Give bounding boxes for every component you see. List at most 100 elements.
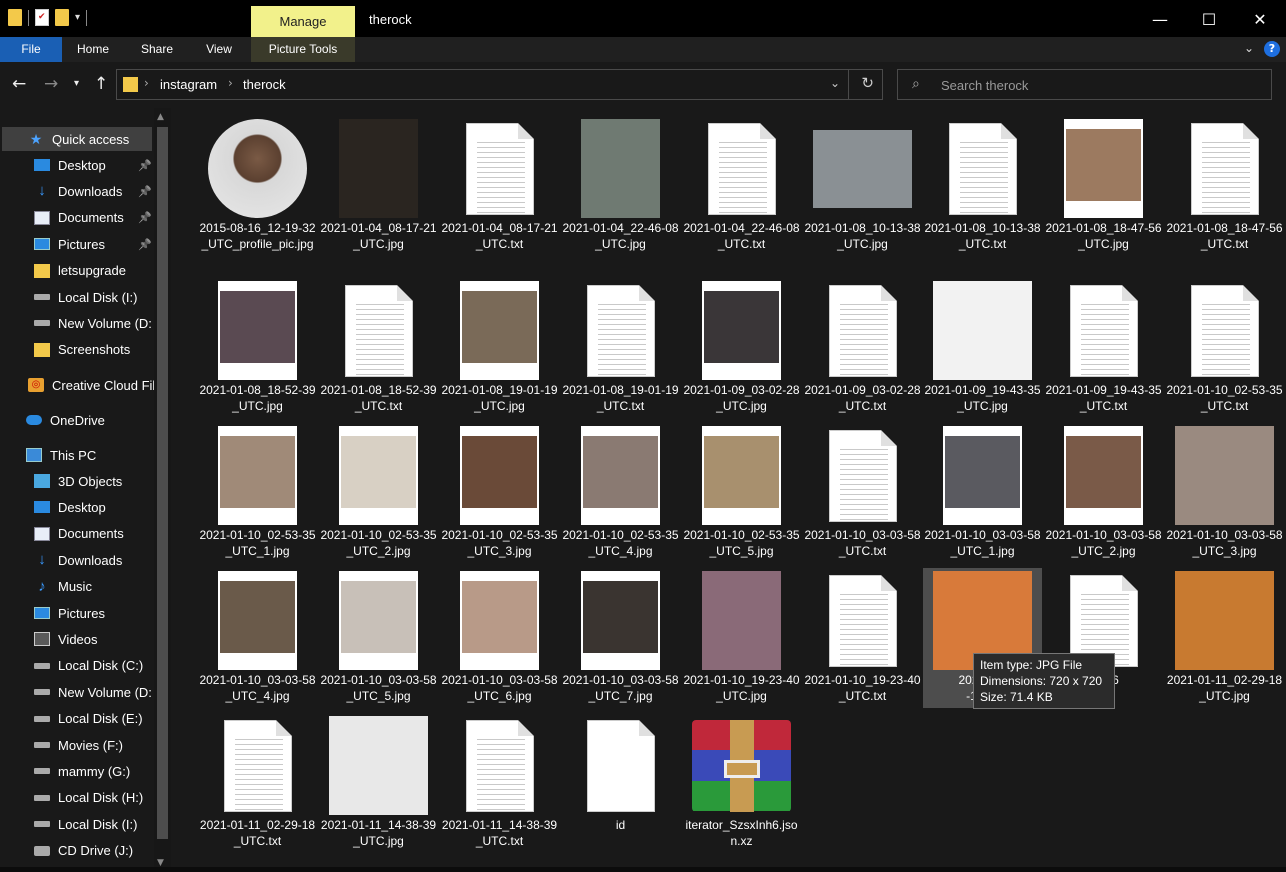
nav-pc-documents[interactable]: Documents — [34, 522, 124, 546]
tab-file[interactable]: File — [0, 37, 62, 62]
recent-locations-icon[interactable]: ▾ — [74, 78, 79, 89]
tab-view[interactable]: View — [189, 37, 249, 62]
close-button[interactable]: ✕ — [1237, 6, 1283, 34]
file-item[interactable]: 2021-01-10_19-23-40_UTC.jpg — [682, 568, 801, 708]
file-item[interactable]: 2021-01-04_22-46-08_UTC.txt — [682, 116, 801, 256]
file-item[interactable]: 2021-01-08_19-01-19_UTC.txt — [561, 278, 680, 418]
refresh-icon[interactable]: ↻ — [861, 74, 874, 92]
pin-icon[interactable]: 📌 — [138, 238, 152, 251]
file-item[interactable]: 2021-01-04_08-17-21_UTC.txt — [440, 116, 559, 256]
file-item[interactable]: 2021-01-11_14-38-39_UTC.txt — [440, 713, 559, 853]
file-item[interactable]: 2021-01-04_22-46-08_UTC.jpg — [561, 116, 680, 256]
file-item[interactable]: 2021-01-10_19-23-40_UTC.txt — [803, 568, 922, 708]
file-item[interactable]: 2021-01-08_10-13-38_UTC.jpg — [803, 116, 922, 256]
tab-home[interactable]: Home — [62, 37, 124, 62]
file-item[interactable]: 2021-01-10_03-03-58_UTC_4.jpg — [198, 568, 317, 708]
nav-pc-cd-drive-j[interactable]: CD Drive (J:) — [34, 839, 133, 863]
nav-item-local-disk-i[interactable]: Local Disk (I:) — [34, 285, 137, 309]
file-item[interactable]: 2021-01-10_02-53-35_UTC_5.jpg — [682, 423, 801, 563]
back-arrow-icon[interactable]: ← — [12, 74, 26, 94]
file-item[interactable]: 2021-01-11_14-38-39_UTC.jpg — [319, 713, 438, 853]
tab-share[interactable]: Share — [126, 37, 188, 62]
breadcrumb-chevron-icon[interactable]: › — [144, 76, 149, 90]
breadcrumb-chevron-icon[interactable]: › — [228, 76, 233, 90]
breadcrumb-therock[interactable]: therock — [243, 77, 286, 92]
pin-icon[interactable]: 📌 — [138, 211, 152, 224]
file-item[interactable]: 2021-01-10_03-03-58_UTC.txt — [803, 423, 922, 563]
file-name: 2021-01-10_03-03-58_UTC_5.jpg — [320, 673, 437, 703]
file-item[interactable]: 2021-01-10_03-03-58_UTC_1.jpg — [923, 423, 1042, 563]
nav-item-pictures[interactable]: Pictures 📌 — [34, 232, 152, 256]
nav-pc-local-disk-c[interactable]: Local Disk (C:) — [34, 654, 143, 678]
file-item[interactable]: 2021-01-10_03-03-58_UTC_6.jpg — [440, 568, 559, 708]
properties-icon[interactable]: ✔ — [35, 9, 49, 26]
file-item[interactable]: 2021-01-11_02-29-18_UTC.txt — [198, 713, 317, 853]
tab-picture-tools[interactable]: Picture Tools — [251, 37, 355, 62]
nav-scrollbar-thumb[interactable] — [157, 127, 168, 839]
nav-item-documents[interactable]: Documents 📌 — [34, 206, 152, 230]
file-item[interactable]: iterator_SzsxInh6.json.xz — [682, 713, 801, 853]
pin-icon[interactable]: 📌 — [138, 185, 152, 198]
help-icon[interactable]: ? — [1264, 41, 1280, 57]
file-item[interactable]: 2021-01-11_02-29-18_UTC.jpg — [1165, 568, 1284, 708]
file-item[interactable]: 2021-01-08_10-13-38_UTC.txt — [923, 116, 1042, 256]
nav-pc-local-disk-h[interactable]: Local Disk (H:) — [34, 786, 143, 810]
address-dropdown-icon[interactable]: ⌄ — [830, 76, 840, 90]
minimize-button[interactable]: — — [1137, 6, 1183, 34]
file-item[interactable]: 2021-01-09_03-02-28_UTC.txt — [803, 278, 922, 418]
nav-pc-3d-objects[interactable]: 3D Objects — [34, 469, 122, 493]
nav-pc-mammy-g[interactable]: mammy (G:) — [34, 759, 130, 783]
file-item[interactable]: 2021-01-08_18-47-56_UTC.jpg — [1044, 116, 1163, 256]
file-item[interactable]: 2021-01-10_02-53-35_UTC_4.jpg — [561, 423, 680, 563]
nav-pc-new-volume-d[interactable]: New Volume (D: — [34, 680, 152, 704]
nav-item-new-volume-d[interactable]: New Volume (D: — [34, 311, 152, 335]
file-item[interactable]: 2021-01-10_02-53-35_UTC_3.jpg — [440, 423, 559, 563]
nav-pc-local-disk-i[interactable]: Local Disk (I:) — [34, 812, 137, 836]
file-item[interactable]: 2021-01-08_18-47-56_UTC.txt — [1165, 116, 1284, 256]
nav-item-downloads[interactable]: ↓ Downloads 📌 — [34, 179, 151, 203]
nav-item-screenshots[interactable]: Screenshots — [34, 338, 130, 362]
file-item[interactable]: 2015-08-16_12-19-32_UTC_profile_pic.jpg — [198, 116, 317, 256]
scroll-up-icon[interactable]: ▲ — [157, 112, 164, 122]
nav-pc-desktop[interactable]: Desktop — [34, 495, 106, 519]
file-item[interactable]: 2021-01-10_02-53-35_UTC_2.jpg — [319, 423, 438, 563]
customize-toolbar-icon[interactable]: ▾ — [75, 12, 80, 23]
pin-icon[interactable]: 📌 — [138, 159, 152, 172]
nav-pc-movies-f[interactable]: Movies (F:) — [34, 733, 123, 757]
up-arrow-icon[interactable]: ↑ — [94, 74, 108, 94]
new-folder-icon[interactable] — [55, 9, 69, 26]
nav-pc-videos[interactable]: Videos — [34, 627, 98, 651]
expand-ribbon-icon[interactable]: ⌄ — [1244, 41, 1254, 55]
file-item[interactable]: 2021-01-09_03-02-28_UTC.jpg — [682, 278, 801, 418]
nav-onedrive[interactable]: OneDrive — [26, 408, 105, 432]
file-item[interactable]: 2021-01-10_03-03-58_UTC_5.jpg — [319, 568, 438, 708]
file-item[interactable]: 2021-01-08_18-52-39_UTC.jpg — [198, 278, 317, 418]
breadcrumb-instagram[interactable]: instagram — [160, 77, 217, 92]
file-item[interactable]: 2021-01-10_03-03-58_UTC_3.jpg — [1165, 423, 1284, 563]
nav-item-letsupgrade[interactable]: letsupgrade — [34, 259, 126, 283]
file-item[interactable]: 2021-01-08_19-01-19_UTC.jpg — [440, 278, 559, 418]
file-item[interactable]: 2021-01-04_08-17-21_UTC.jpg — [319, 116, 438, 256]
file-item[interactable]: 2021-01-08_18-52-39_UTC.txt — [319, 278, 438, 418]
nav-quick-access[interactable]: ★ Quick access — [28, 127, 130, 151]
nav-pc-pictures[interactable]: Pictures — [34, 601, 105, 625]
address-bar[interactable]: › instagram › therock ⌄ ↻ — [116, 69, 883, 100]
file-item[interactable]: id — [561, 713, 680, 853]
file-item[interactable]: 2021-01-09_19-43-35_UTC.jpg — [923, 278, 1042, 418]
forward-arrow-icon[interactable]: → — [44, 74, 58, 94]
file-item[interactable]: 2021-01-10_02-53-35_UTC_1.jpg — [198, 423, 317, 563]
nav-pc-downloads[interactable]: ↓ Downloads — [34, 548, 122, 572]
computer-icon — [26, 448, 42, 462]
file-item[interactable]: 2021-01-10_03-03-58_UTC_2.jpg — [1044, 423, 1163, 563]
maximize-button[interactable]: ☐ — [1186, 6, 1232, 34]
nav-pc-music[interactable]: ♪ Music — [34, 575, 92, 599]
search-box[interactable]: ⌕ Search therock — [897, 69, 1272, 100]
nav-this-pc[interactable]: This PC — [26, 443, 96, 467]
file-item[interactable]: 2021-01-09_19-43-35_UTC.txt — [1044, 278, 1163, 418]
file-item[interactable]: 2021-01-10_03-03-58_UTC_7.jpg — [561, 568, 680, 708]
nav-item-desktop[interactable]: Desktop 📌 — [34, 153, 152, 177]
nav-creative-cloud[interactable]: ◎ Creative Cloud Fil — [28, 373, 155, 397]
file-item[interactable]: 2021-01-10_02-53-35_UTC.txt — [1165, 278, 1284, 418]
manage-tab[interactable]: Manage — [251, 6, 355, 37]
nav-pc-local-disk-e[interactable]: Local Disk (E:) — [34, 707, 143, 731]
